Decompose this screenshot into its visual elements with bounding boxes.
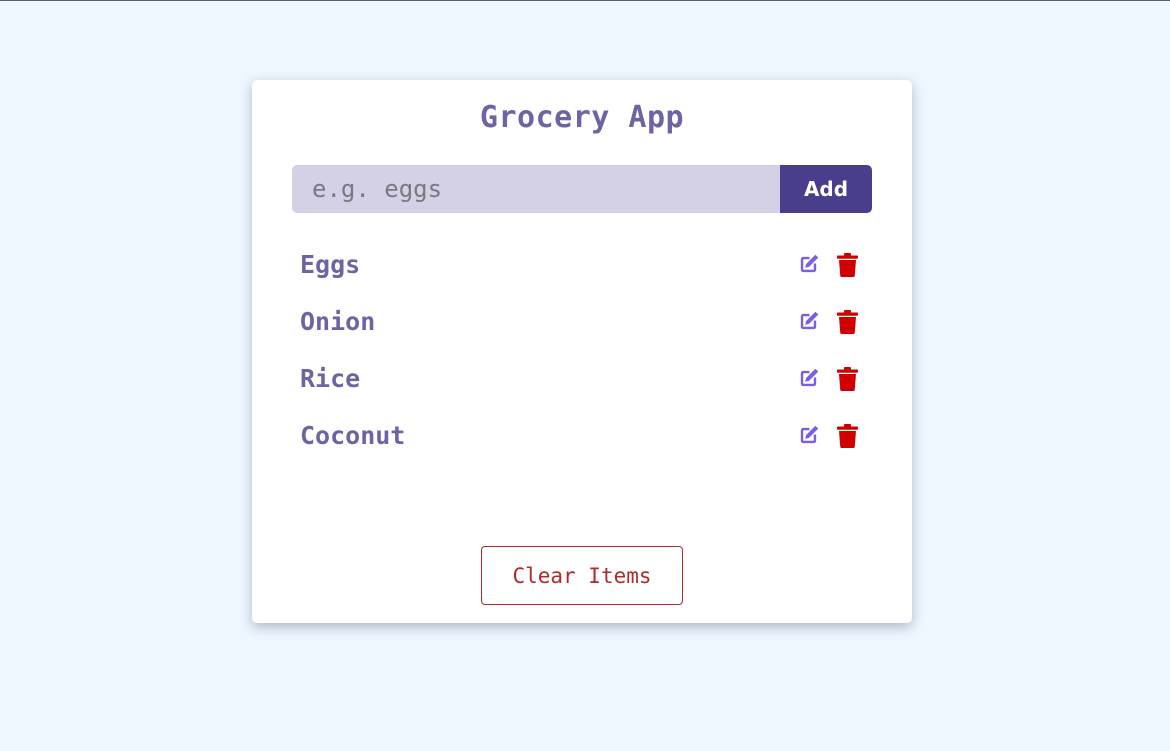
edit-icon[interactable]: [796, 366, 821, 391]
item-buttons: [796, 366, 860, 391]
grocery-item: Onion: [300, 299, 860, 356]
trash-icon[interactable]: [835, 252, 860, 277]
grocery-form: Add: [292, 165, 872, 213]
grocery-list: Eggs Onion Rice Coconut: [300, 242, 860, 470]
app-title: Grocery App: [479, 100, 685, 135]
edit-icon[interactable]: [796, 309, 821, 334]
add-button[interactable]: Add: [780, 165, 872, 213]
grocery-card: Grocery App Add Eggs: [252, 80, 912, 623]
item-name: Coconut: [300, 421, 406, 450]
item-name: Rice: [300, 364, 361, 393]
grocery-input[interactable]: [292, 165, 780, 213]
clear-items-button[interactable]: Clear Items: [481, 546, 683, 605]
grocery-item: Rice: [300, 356, 860, 413]
trash-icon[interactable]: [835, 309, 860, 334]
item-buttons: [796, 252, 860, 277]
edit-icon[interactable]: [796, 252, 821, 277]
item-name: Onion: [300, 307, 376, 336]
item-buttons: [796, 309, 860, 334]
trash-icon[interactable]: [835, 423, 860, 448]
grocery-item: Coconut: [300, 413, 860, 470]
grocery-item: Eggs: [300, 242, 860, 299]
item-buttons: [796, 423, 860, 448]
trash-icon[interactable]: [835, 366, 860, 391]
edit-icon[interactable]: [796, 423, 821, 448]
item-name: Eggs: [300, 250, 361, 279]
